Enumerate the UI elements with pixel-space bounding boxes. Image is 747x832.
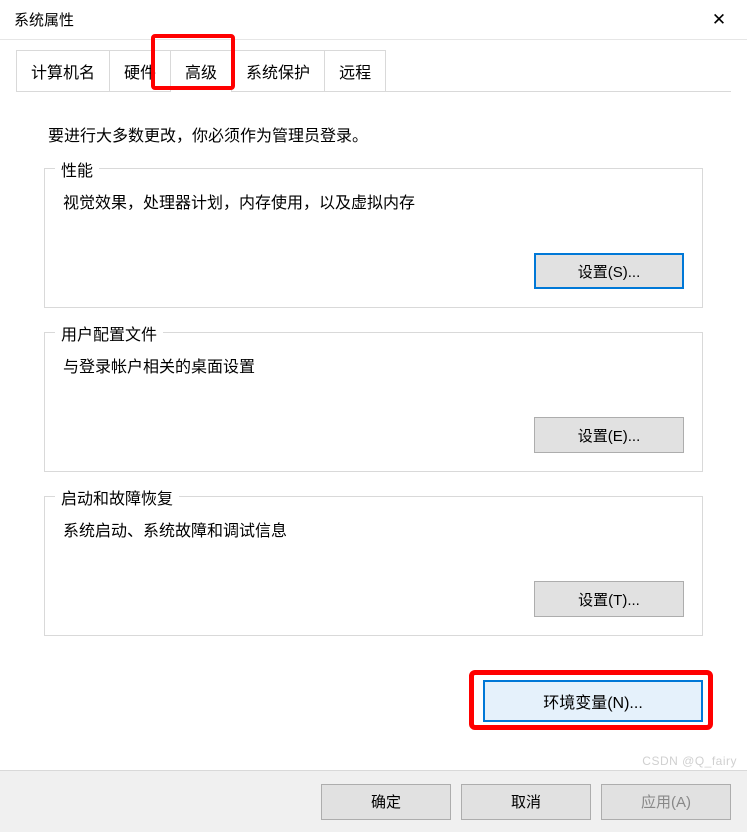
group-performance: 性能 视觉效果，处理器计划，内存使用，以及虚拟内存 设置(S)... bbox=[44, 168, 703, 308]
titlebar: 系统属性 ✕ bbox=[0, 0, 747, 40]
dialog-footer: 确定 取消 应用(A) bbox=[0, 770, 747, 832]
window-title: 系统属性 bbox=[14, 9, 74, 30]
group-user-profiles-desc: 与登录帐户相关的桌面设置 bbox=[63, 353, 684, 377]
startup-settings-button[interactable]: 设置(T)... bbox=[534, 581, 684, 617]
env-button-row: 环境变量(N)... bbox=[16, 670, 731, 722]
group-performance-title: 性能 bbox=[55, 157, 99, 181]
group-startup-recovery: 启动和故障恢复 系统启动、系统故障和调试信息 设置(T)... bbox=[44, 496, 703, 636]
cancel-button[interactable]: 取消 bbox=[461, 784, 591, 820]
tab-system-protection[interactable]: 系统保护 bbox=[231, 50, 325, 91]
admin-notice: 要进行大多数更改，你必须作为管理员登录。 bbox=[48, 122, 703, 146]
environment-variables-button[interactable]: 环境变量(N)... bbox=[483, 680, 703, 722]
ok-button[interactable]: 确定 bbox=[321, 784, 451, 820]
group-user-profiles: 用户配置文件 与登录帐户相关的桌面设置 设置(E)... bbox=[44, 332, 703, 472]
tab-remote[interactable]: 远程 bbox=[324, 50, 386, 91]
performance-settings-button[interactable]: 设置(S)... bbox=[534, 253, 684, 289]
close-button[interactable]: ✕ bbox=[695, 1, 743, 39]
user-profiles-settings-button[interactable]: 设置(E)... bbox=[534, 417, 684, 453]
close-icon: ✕ bbox=[712, 10, 726, 30]
tabs-area: 计算机名 硬件 高级 系统保护 远程 要进行大多数更改，你必须作为管理员登录。 … bbox=[0, 40, 747, 722]
group-performance-desc: 视觉效果，处理器计划，内存使用，以及虚拟内存 bbox=[63, 189, 684, 213]
tabs-row: 计算机名 硬件 高级 系统保护 远程 bbox=[16, 50, 731, 92]
system-properties-window: 系统属性 ✕ 计算机名 硬件 高级 系统保护 远程 要进行大多数更改，你必须作为… bbox=[0, 0, 747, 832]
tab-advanced[interactable]: 高级 bbox=[170, 50, 232, 91]
watermark: CSDN @Q_fairy bbox=[642, 754, 737, 768]
group-startup-title: 启动和故障恢复 bbox=[55, 485, 179, 509]
group-startup-desc: 系统启动、系统故障和调试信息 bbox=[63, 517, 684, 541]
group-user-profiles-title: 用户配置文件 bbox=[55, 321, 163, 345]
tab-computer-name[interactable]: 计算机名 bbox=[16, 50, 110, 91]
tab-content: 要进行大多数更改，你必须作为管理员登录。 性能 视觉效果，处理器计划，内存使用，… bbox=[16, 92, 731, 670]
tab-hardware[interactable]: 硬件 bbox=[109, 50, 171, 91]
apply-button[interactable]: 应用(A) bbox=[601, 784, 731, 820]
